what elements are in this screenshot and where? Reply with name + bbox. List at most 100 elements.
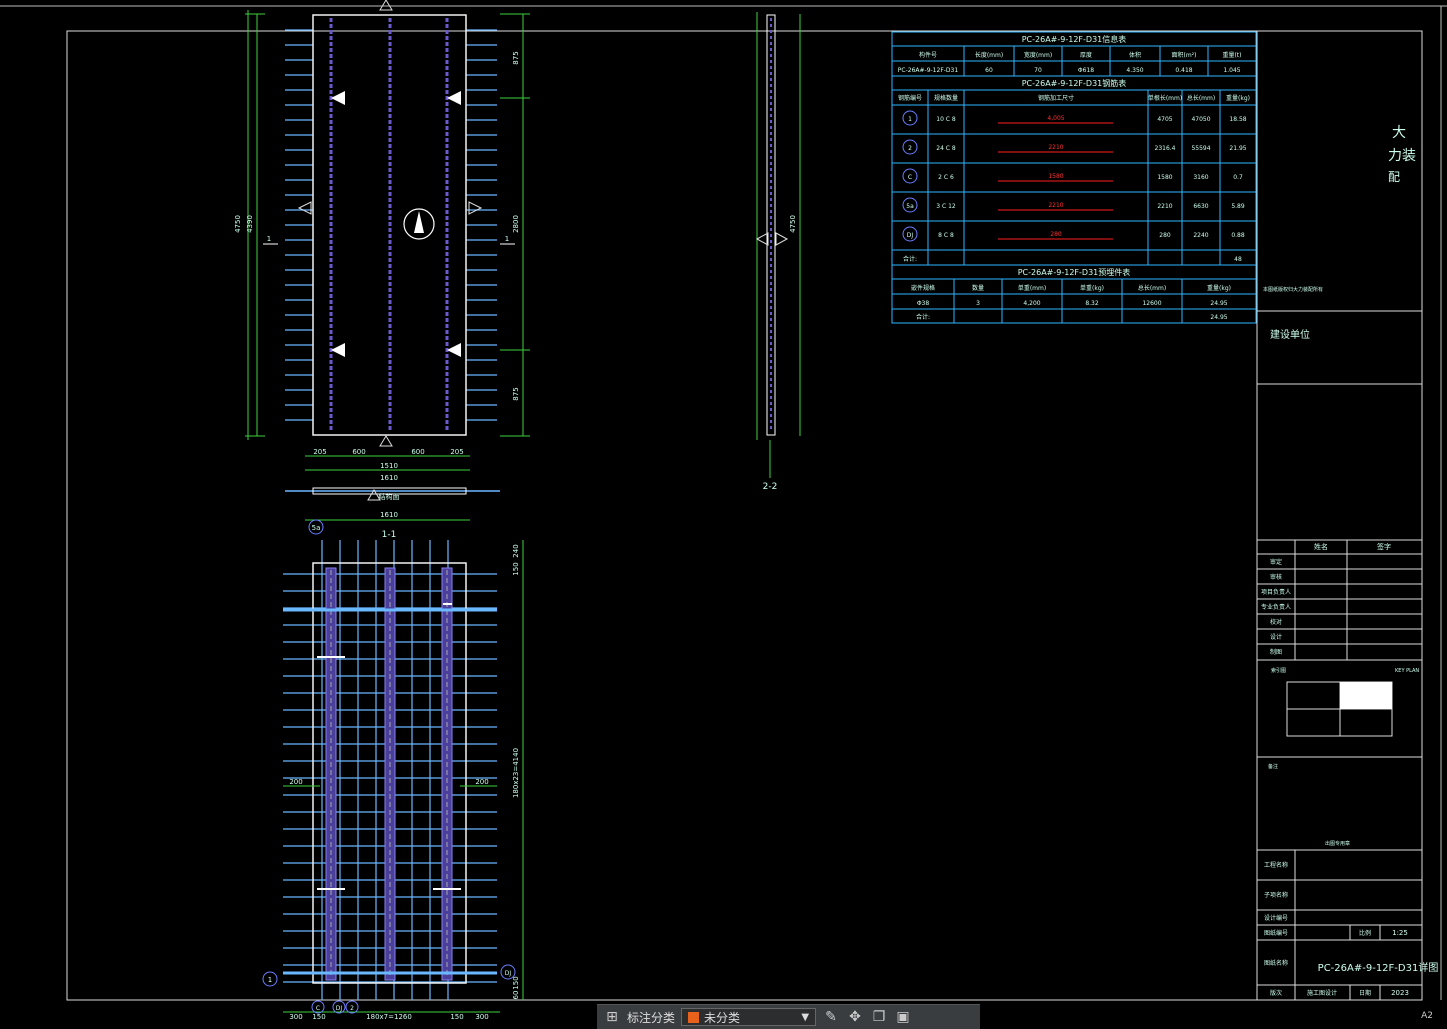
section-title-2-2: 2-2	[763, 482, 778, 492]
td: 70	[1034, 67, 1042, 74]
rebar-spec: 10 C 8	[936, 116, 956, 123]
top-view: 1 1 875 2800 875 4750 4390 205 600 600 2…	[234, 0, 530, 521]
sign-row: 设计	[1270, 633, 1282, 641]
date-label: 日期	[1359, 989, 1371, 997]
section-marker-icon	[379, 0, 393, 11]
dim-left-inner: 4390	[246, 215, 254, 233]
rebar-spec: 3 C 12	[936, 203, 956, 210]
td: Φ38	[917, 300, 930, 307]
th: 宽度(mm)	[1024, 51, 1052, 59]
th: 单根长(mm)	[1148, 94, 1182, 102]
th: 单重(kg)	[1080, 284, 1104, 292]
th: 规格数量	[934, 94, 958, 102]
hdim-2: 150	[312, 1013, 325, 1021]
mid-dim-left: 200	[289, 778, 302, 786]
rebar-total: 3160	[1193, 174, 1208, 181]
td: 24.95	[1210, 300, 1227, 307]
rebar-len: 1580	[1157, 174, 1172, 181]
logo-char: 大	[1392, 125, 1406, 141]
build-unit: 建设单位	[1270, 328, 1310, 341]
th: 总长(mm)	[1187, 94, 1215, 102]
rebar-weight: 5.89	[1231, 203, 1245, 210]
sub-project-label: 子项名称	[1264, 891, 1288, 899]
rebar-id: C	[908, 174, 912, 181]
chevron-down-icon: ▼	[801, 1011, 810, 1023]
drawing-no-label: 设计编号	[1264, 914, 1288, 922]
td: PC-26A#-9-12F-D31	[898, 67, 959, 74]
dim-h-total3: 1610	[380, 511, 398, 519]
stamp-label: 出图专用章	[1325, 840, 1350, 847]
version-value: 施工图设计	[1307, 989, 1337, 997]
table-title-rebar: PC-26A#-9-12F-D31钢筋表	[1022, 78, 1127, 88]
td: 8.32	[1085, 300, 1099, 307]
bdim-3: 180x23=4140	[512, 748, 520, 798]
hdim-4: 150	[450, 1013, 463, 1021]
total-value: 48	[1234, 256, 1242, 263]
table-title-info: PC-26A#-9-12F-D31信息表	[1022, 34, 1127, 44]
project-name-label: 工程名称	[1264, 861, 1288, 869]
th: 总长(mm)	[1138, 284, 1166, 292]
drawing-frame	[66, 30, 1423, 1001]
version-label: 版次	[1270, 989, 1282, 997]
rebar-total: 47050	[1191, 116, 1210, 123]
rebar-id: 2	[908, 145, 912, 152]
dim-top: 875	[512, 51, 520, 64]
rebar-id: DJ	[907, 232, 914, 239]
grid-icon[interactable]: ⊞	[603, 1008, 621, 1026]
rebar-id: 5a	[906, 203, 914, 210]
drawing-code-label: 图纸编号	[1264, 929, 1288, 937]
total-label: 合计:	[916, 313, 930, 321]
callout-1: 1	[268, 976, 272, 984]
category-label: 标注分类	[627, 1010, 676, 1025]
th: 数量	[972, 284, 984, 292]
key-plan-highlight	[1340, 682, 1392, 709]
rebar-len: 2316.4	[1155, 145, 1176, 152]
bdim-1: 240	[512, 544, 520, 557]
sheet-size: A2	[1421, 1011, 1433, 1021]
title-block-text: 大 力装 配 本图纸版权归大力装配所有 建设单位 姓名 签字 审定 审核 项目负…	[1261, 125, 1438, 997]
copy-icon[interactable]: ❐	[870, 1008, 888, 1026]
rebar-dim: 2210	[1048, 202, 1063, 209]
rebar-weight: 18.58	[1229, 116, 1246, 123]
callout-dj2: DJ	[336, 1005, 343, 1012]
section-surface-label: 结构面	[379, 492, 400, 501]
logo-char: 配	[1388, 170, 1400, 184]
th: 钢筋加工尺寸	[1038, 94, 1074, 102]
section-marker-icon	[379, 435, 393, 447]
th: 长度(mm)	[975, 51, 1003, 59]
td: 4,200	[1023, 300, 1040, 307]
section-marker-icon	[468, 201, 483, 215]
hdim-1: 300	[289, 1013, 302, 1021]
rebar-spec: 2 C 6	[938, 174, 954, 181]
td: 3	[976, 300, 980, 307]
th: 重量(kg)	[1207, 284, 1231, 292]
th: 厚度	[1080, 51, 1092, 59]
lift-point-icon	[331, 91, 345, 105]
td: 4.350	[1126, 67, 1143, 74]
lift-point-icon	[447, 343, 461, 357]
lift-point-icon	[447, 91, 461, 105]
th: 嵌件规格	[911, 284, 935, 292]
cad-drawing-canvas[interactable]: 1 1 875 2800 875 4750 4390 205 600 600 2…	[0, 0, 1447, 1029]
paste-icon[interactable]: ▣	[894, 1008, 912, 1026]
table-title-embed: PC-26A#-9-12F-D31预埋件表	[1018, 267, 1131, 277]
rebar-view: 240 150 180x23=4140 150 60 300 150 180x7…	[262, 519, 524, 1021]
section-marker-icon	[297, 201, 312, 215]
sign-row: 制图	[1270, 648, 1282, 656]
company-note: 本图纸版权归大力装配所有	[1263, 286, 1323, 293]
th: 重量(kg)	[1226, 94, 1250, 102]
callout-5a: 5a	[312, 524, 321, 532]
mid-dim-right: 200	[475, 778, 488, 786]
th: 面积(m²)	[1172, 51, 1197, 59]
edit-icon[interactable]: ✎	[822, 1008, 840, 1026]
dim-left-total: 4750	[234, 215, 242, 233]
dim-h-1: 205	[313, 448, 326, 456]
rebar-len: 280	[1159, 232, 1171, 239]
schedule-text: PC-26A#-9-12F-D31信息表 构件号 长度(mm) 宽度(mm) 厚…	[898, 34, 1250, 321]
hdim-3: 180x7=1260	[366, 1013, 412, 1021]
rebar-weight: 0.7	[1233, 174, 1243, 181]
move-icon[interactable]: ✥	[846, 1008, 864, 1026]
section-title-1-1: 1-1	[382, 530, 397, 540]
category-dropdown[interactable]: 未分类 ▼	[681, 1008, 817, 1026]
dim-h-4: 205	[450, 448, 463, 456]
